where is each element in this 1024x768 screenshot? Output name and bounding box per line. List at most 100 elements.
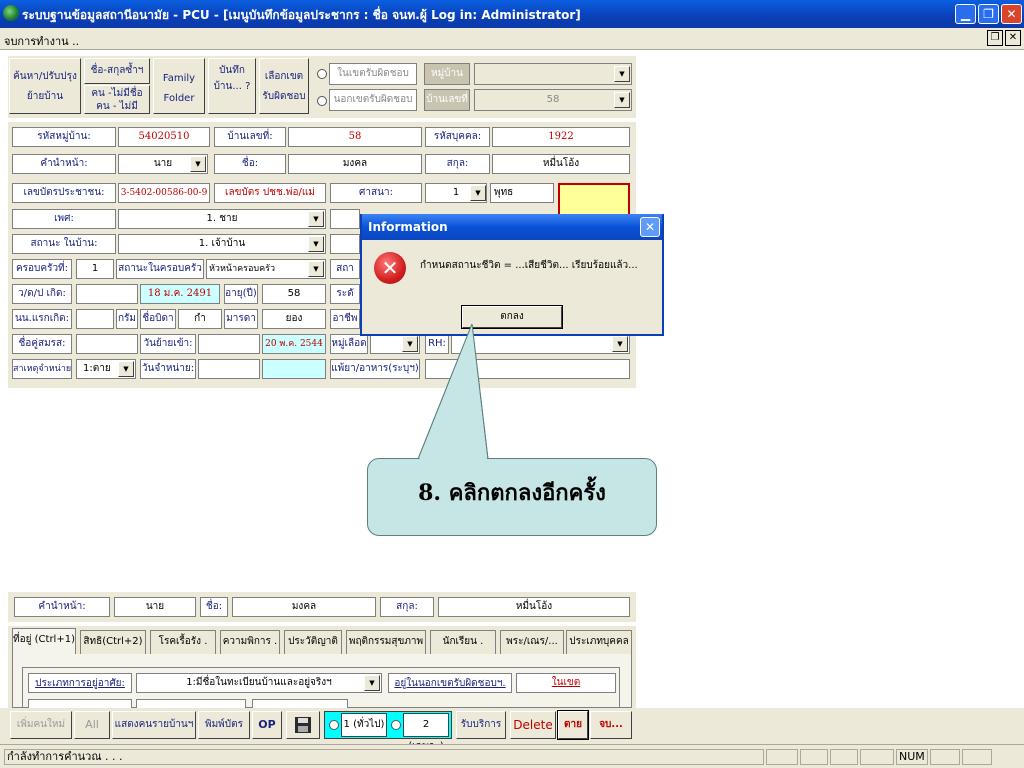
house-status-select[interactable]: 1. เจ้าบ้าน: [118, 234, 326, 254]
village-select[interactable]: [474, 63, 632, 85]
service-type-label-1[interactable]: 1 (ทั่วไป): [341, 713, 387, 737]
hidden-field-1[interactable]: [330, 209, 360, 229]
tab-health-behavior[interactable]: พฤติกรรมสุขภาพ: [346, 630, 426, 654]
discharge-date-display[interactable]: [262, 359, 326, 379]
move-in-label: วันย้ายเข้า:: [140, 334, 196, 354]
birth-date-blank[interactable]: [76, 284, 138, 304]
father-field[interactable]: กำ: [178, 309, 222, 329]
hidden-field-2[interactable]: [330, 234, 360, 254]
callout-pointer-cover: [417, 323, 489, 460]
person-code-label: รหัสบุคคล:: [425, 127, 490, 147]
dialog-close-button[interactable]: ✕: [640, 217, 660, 237]
delete-button[interactable]: Delete: [510, 711, 556, 739]
village-code-label: รหัสหมู่บ้าน:: [12, 127, 116, 147]
sex-dropdown-icon[interactable]: ▼: [308, 211, 324, 227]
address-type-select[interactable]: 1:มีชื่อในทะเบียนบ้านและอยู่จริงฯ: [136, 673, 382, 693]
search-move-button[interactable]: ค้นหา/ปรับปรุง ย้ายบ้าน: [9, 58, 81, 114]
person-code-field[interactable]: 1922: [492, 127, 630, 147]
service-button[interactable]: รับบริการ: [456, 711, 506, 739]
tab-person-type[interactable]: ประเภทบุคคล: [566, 630, 632, 654]
age-field[interactable]: 58: [262, 284, 326, 304]
religion-dropdown-icon[interactable]: ▼: [470, 185, 486, 201]
end-button[interactable]: จบ...: [590, 711, 632, 739]
out-area-radio[interactable]: [317, 96, 327, 106]
dialog-message: กำหนดสถานะชีวิต = ...เสียชีวิต... เรียบร…: [420, 260, 638, 271]
service-type-label-2[interactable]: 2 (เฉพาะ): [403, 713, 449, 752]
error-icon: ✕: [374, 252, 406, 284]
partial-label-1: สถา: [330, 259, 360, 279]
in-area-radio[interactable]: [317, 69, 327, 79]
tab-chronic[interactable]: โรคเรื้อรัง .: [150, 630, 216, 654]
in-area-label[interactable]: ในเขตรับผิดชอบ: [329, 63, 417, 85]
missing-name-button[interactable]: คน -ไม่มีชื่อ คน - ไม่มี: [84, 85, 150, 114]
save-disk-icon[interactable]: [286, 711, 320, 739]
summary-name-label: ชื่อ:: [200, 597, 228, 617]
duplicate-name-button[interactable]: ชื่อ-สกุลซ้ำฯ: [84, 58, 150, 84]
mother-field[interactable]: ยอง: [262, 309, 326, 329]
sex-label: เพศ:: [12, 209, 116, 229]
summary-prefix: นาย: [114, 597, 196, 617]
rh-dropdown-icon[interactable]: ▼: [612, 336, 628, 352]
house-no-select[interactable]: 58: [474, 89, 632, 111]
gram-label: กรัม: [116, 309, 138, 329]
menu-item-exit[interactable]: จบการทำงาน ..: [4, 32, 79, 50]
family-no-label: ครอบครัวที่:: [12, 259, 72, 279]
prefix-label: คำนำหน้า:: [12, 154, 116, 174]
family-status-label: สถานะในครอบครัว: [116, 259, 204, 279]
house-status-dropdown-icon[interactable]: ▼: [308, 236, 324, 252]
family-no-field[interactable]: 1: [76, 259, 114, 279]
area-link[interactable]: อยู่ในนอกเขตรับผิดชอบฯ.: [388, 673, 512, 693]
mdi-restore-icon[interactable]: ❐: [987, 30, 1003, 46]
status-panel-1: [766, 749, 798, 765]
window-titlebar: ระบบฐานข้อมูลสถานีอนามัย - PCU - [เมนูบั…: [0, 0, 1024, 28]
family-folder-button[interactable]: Family Folder: [153, 58, 205, 114]
tab-address[interactable]: ที่อยู่ (Ctrl+1): [12, 628, 76, 654]
all-button[interactable]: All: [74, 711, 110, 739]
show-household-button[interactable]: แสดงคนรายบ้านฯ: [112, 711, 196, 739]
tab-disability[interactable]: ความพิการ .: [220, 630, 280, 654]
new-person-button[interactable]: เพิ่มคนใหม่: [10, 711, 72, 739]
tab-rights[interactable]: สิทธิ(Ctrl+2): [80, 630, 146, 654]
birth-weight-field[interactable]: [76, 309, 114, 329]
area-value[interactable]: ในเขต: [516, 673, 616, 693]
house-no-field[interactable]: 58: [288, 127, 422, 147]
restore-button[interactable]: ❐: [978, 4, 999, 24]
save-house-button[interactable]: บันทึก บ้าน... ?: [208, 58, 256, 114]
address-type-label[interactable]: ประเภทการอยู่อาศัย:: [28, 673, 132, 693]
spouse-field[interactable]: [76, 334, 138, 354]
citizen-id-field[interactable]: 3-5402-00586-00-9: [118, 183, 210, 203]
print-card-button[interactable]: พิมพ์บัตร: [198, 711, 250, 739]
death-button[interactable]: ตาย: [557, 710, 589, 740]
tab-student[interactable]: นักเรียน .: [430, 630, 496, 654]
service-type-radio-2[interactable]: [391, 720, 401, 730]
prefix-dropdown-icon[interactable]: ▼: [190, 156, 206, 172]
family-status-dropdown-icon[interactable]: ▼: [308, 261, 324, 277]
discharge-date-field[interactable]: [198, 359, 260, 379]
address-type-dropdown-icon[interactable]: ▼: [364, 675, 380, 691]
service-type-radio-1[interactable]: [329, 720, 339, 730]
close-window-button[interactable]: ✕: [1001, 4, 1022, 24]
village-dropdown-icon[interactable]: ▼: [614, 66, 630, 82]
out-area-label[interactable]: นอกเขตรับผิดชอบ: [329, 89, 417, 111]
move-in-blank[interactable]: [198, 334, 260, 354]
select-area-button[interactable]: เลือกเขต รับผิดชอบ: [259, 58, 309, 114]
summary-surname-label: สกุล:: [380, 597, 434, 617]
discharge-cause-dropdown-icon[interactable]: ▼: [118, 361, 134, 377]
village-code-field[interactable]: 54020510: [118, 127, 210, 147]
move-in-date-field[interactable]: 20 พ.ค. 2544: [262, 334, 326, 354]
birth-date-field[interactable]: 18 ม.ค. 2491: [140, 284, 220, 304]
house-no-dropdown-icon[interactable]: ▼: [614, 92, 630, 108]
age-label: อายุ(ปี): [224, 284, 258, 304]
tab-relatives[interactable]: ประวัติญาติ: [284, 630, 342, 654]
clipped-row-field-3: [252, 699, 348, 708]
op-button[interactable]: OP: [252, 711, 282, 739]
minimize-button[interactable]: ▁: [955, 4, 976, 24]
status-num: NUM: [896, 749, 928, 765]
mdi-close-icon[interactable]: ✕: [1005, 30, 1021, 46]
surname-field[interactable]: หมื่นโอ้ง: [492, 154, 630, 174]
status-panel-4: [860, 749, 894, 765]
sex-select[interactable]: 1. ชาย: [118, 209, 326, 229]
birth-weight-label: นน.แรกเกิด:: [12, 309, 72, 329]
name-field[interactable]: มงคล: [288, 154, 422, 174]
tab-monk[interactable]: พระ/เณร/...: [500, 630, 564, 654]
